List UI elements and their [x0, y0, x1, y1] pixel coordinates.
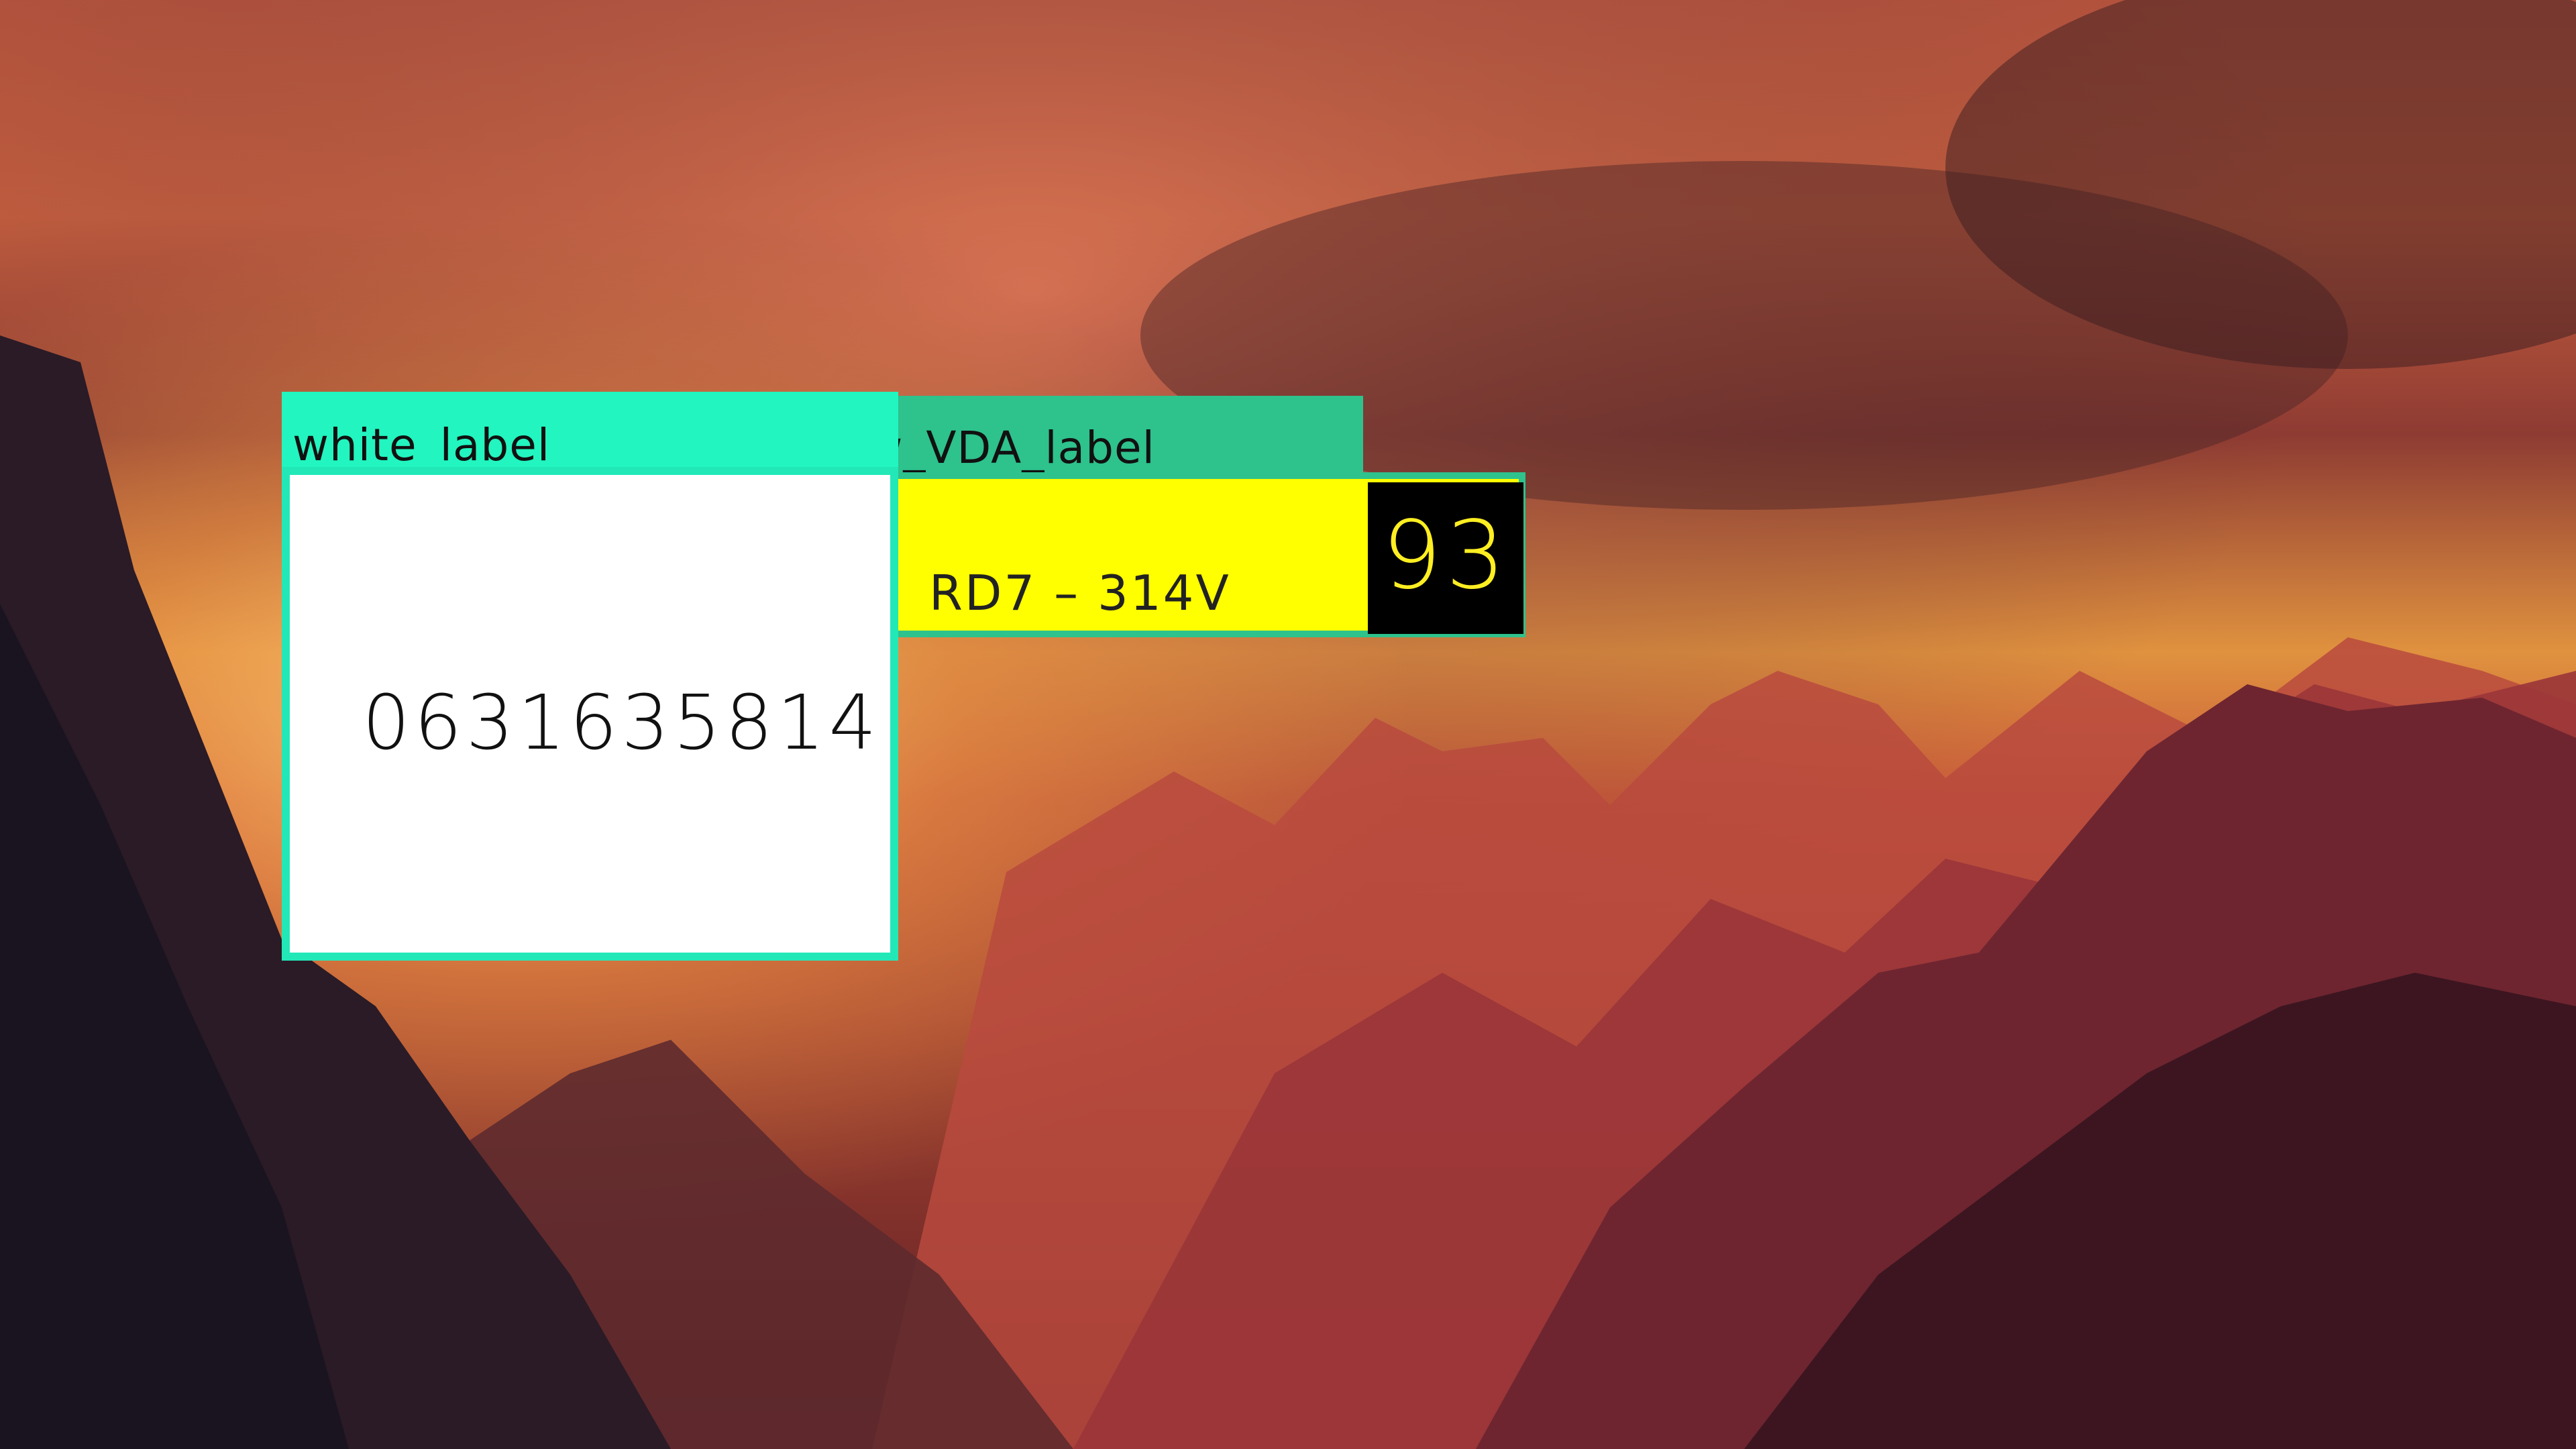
white-label-content: 0631635814: [282, 467, 898, 961]
white-label-window[interactable]: white_label 0631635814: [282, 392, 898, 961]
desktop-wallpaper: ow_VDA_label RD7 – 314V 93 white_label 0…: [0, 0, 2576, 1449]
badge-number: 93: [1381, 501, 1510, 610]
window-titlebar[interactable]: white_label: [282, 392, 898, 478]
yellow-vda-label-window[interactable]: ow_VDA_label RD7 – 314V 93: [826, 396, 1525, 642]
label-number-text: 0631635814: [362, 680, 881, 767]
number-badge: 93: [1368, 482, 1523, 634]
yellow-label-content: RD7 – 314V 93: [826, 472, 1525, 637]
window-titlebar[interactable]: ow_VDA_label: [826, 396, 1363, 478]
window-title: white_label: [292, 419, 551, 471]
label-code-text: RD7 – 314V: [929, 565, 1231, 621]
